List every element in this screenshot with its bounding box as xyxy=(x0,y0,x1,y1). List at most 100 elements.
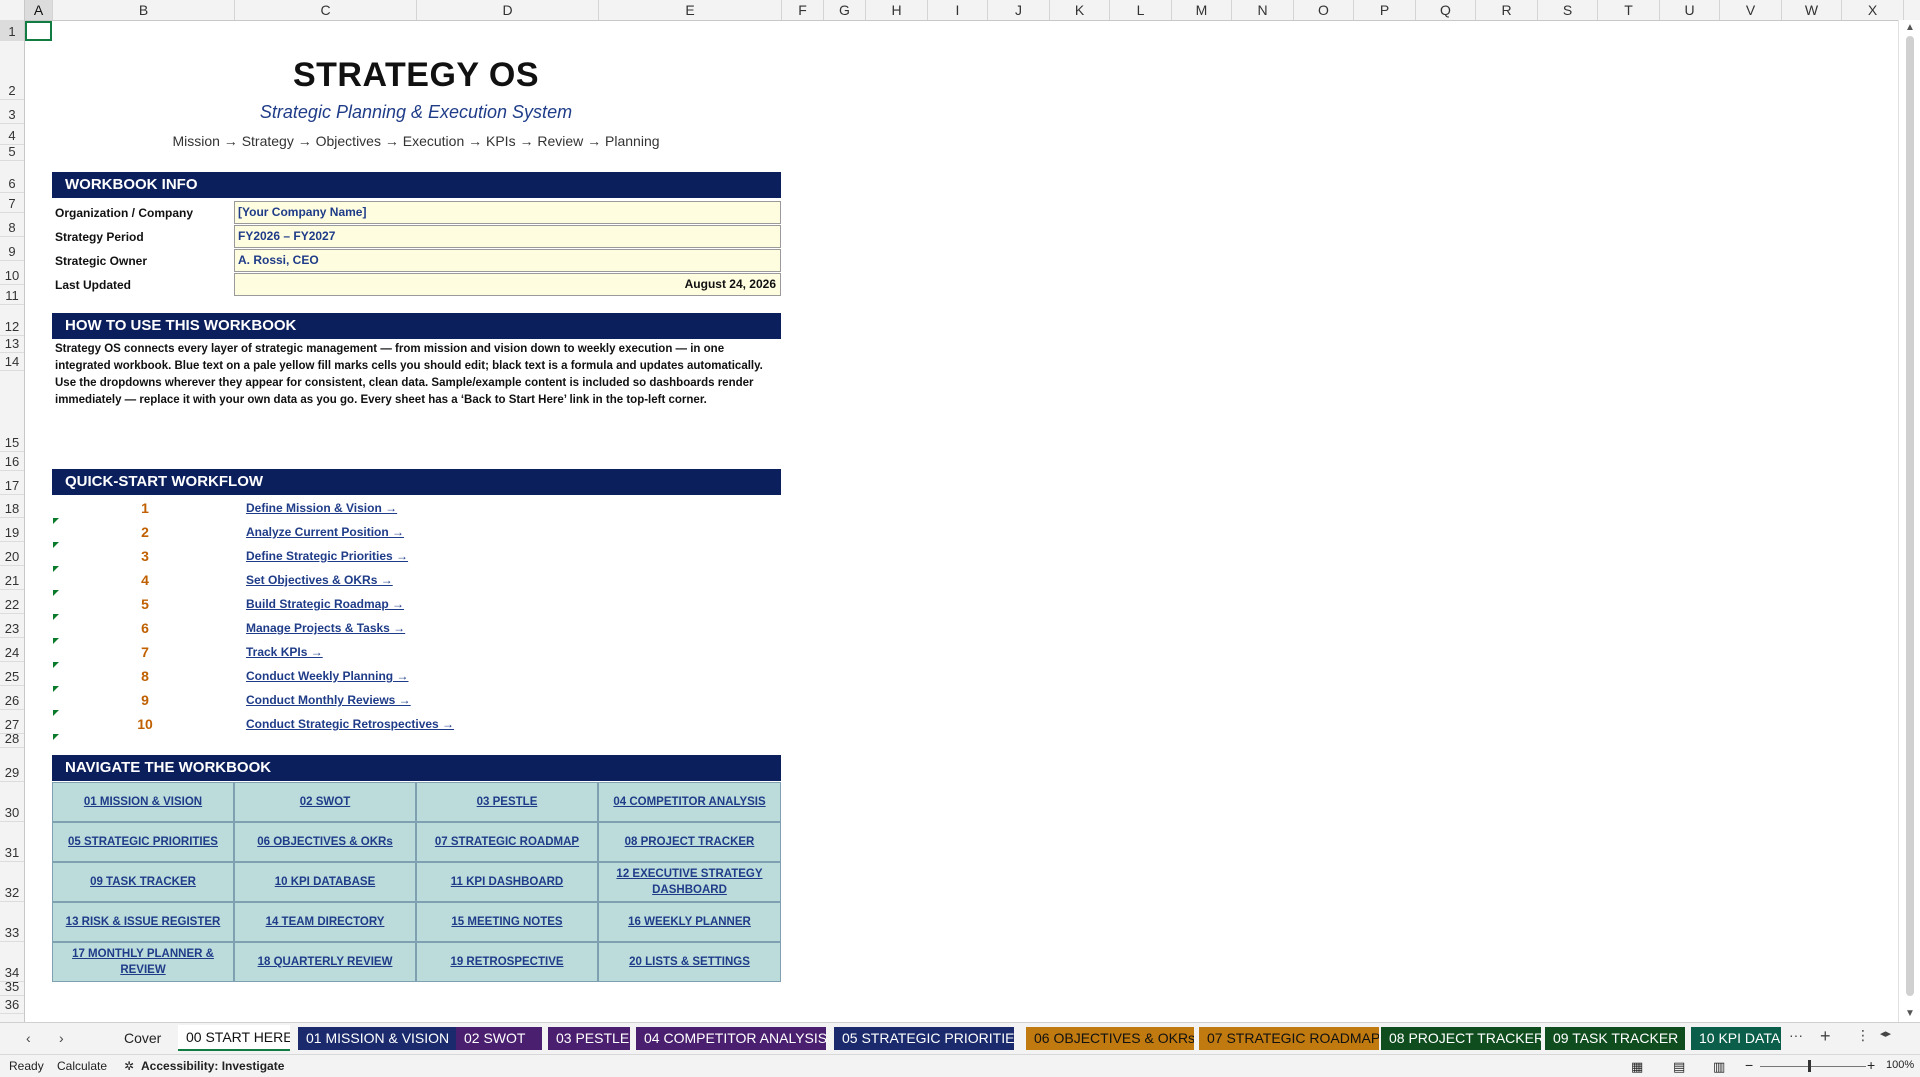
row-header-30[interactable]: 30 xyxy=(0,782,24,822)
column-header-c[interactable]: C xyxy=(235,0,417,20)
quick-start-step-link[interactable]: Define Mission & Vision → xyxy=(246,501,397,515)
tab-scroll-right-icon[interactable]: › xyxy=(59,1030,64,1046)
page-layout-icon[interactable]: ▤ xyxy=(1673,1059,1685,1075)
row-header-13[interactable]: 13 xyxy=(0,336,24,353)
row-header-28[interactable]: 28 xyxy=(0,731,24,748)
row-header-8[interactable]: 8 xyxy=(0,213,24,237)
nav-link-cell[interactable]: 05 STRATEGIC PRIORITIES xyxy=(52,822,234,862)
nav-link-cell[interactable]: 14 TEAM DIRECTORY xyxy=(234,902,416,942)
normal-view-icon[interactable]: ▦ xyxy=(1631,1059,1643,1075)
nav-link-cell[interactable]: 07 STRATEGIC ROADMAP xyxy=(416,822,598,862)
info-input-updated[interactable]: August 24, 2026 xyxy=(234,273,781,296)
nav-link-cell[interactable]: 12 EXECUTIVE STRATEGY DASHBOARD xyxy=(598,862,781,902)
nav-link-cell[interactable]: 15 MEETING NOTES xyxy=(416,902,598,942)
column-header-i[interactable]: I xyxy=(928,0,988,20)
row-header-24[interactable]: 24 xyxy=(0,638,24,662)
quick-start-step-link[interactable]: Track KPIs → xyxy=(246,645,323,659)
status-calculate[interactable]: Calculate xyxy=(57,1059,107,1073)
sheet-options-icon[interactable]: ⋮ xyxy=(1856,1027,1870,1044)
row-header-6[interactable]: 6 xyxy=(0,161,24,193)
column-header-a[interactable]: A xyxy=(25,0,53,20)
quick-start-step-link[interactable]: Conduct Weekly Planning → xyxy=(246,669,408,683)
quick-start-step-link[interactable]: Set Objectives & OKRs → xyxy=(246,573,393,587)
nav-link-cell[interactable]: 03 PESTLE xyxy=(416,782,598,822)
column-header-l[interactable]: L xyxy=(1110,0,1172,20)
row-header-16[interactable]: 16 xyxy=(0,452,24,471)
row-header-22[interactable]: 22 xyxy=(0,590,24,614)
nav-link-cell[interactable]: 11 KPI DASHBOARD xyxy=(416,862,598,902)
row-header-25[interactable]: 25 xyxy=(0,662,24,686)
column-header-h[interactable]: H xyxy=(866,0,928,20)
row-header-5[interactable]: 5 xyxy=(0,144,24,161)
scroll-thumb[interactable] xyxy=(1906,36,1914,996)
sheet-tab[interactable]: 08 PROJECT TRACKER xyxy=(1381,1027,1541,1050)
row-header-29[interactable]: 29 xyxy=(0,748,24,782)
row-header-11[interactable]: 11 xyxy=(0,285,24,305)
tab-scroll-left-icon[interactable]: ‹ xyxy=(26,1030,31,1046)
quick-start-step-link[interactable]: Conduct Monthly Reviews → xyxy=(246,693,411,707)
row-header-10[interactable]: 10 xyxy=(0,261,24,285)
nav-link-cell[interactable]: 13 RISK & ISSUE REGISTER xyxy=(52,902,234,942)
zoom-level[interactable]: 100% xyxy=(1886,1059,1914,1071)
page-break-icon[interactable]: ▥ xyxy=(1713,1059,1725,1075)
status-accessibility[interactable]: Accessibility: Investigate xyxy=(141,1059,284,1073)
sheet-tab[interactable]: Cover xyxy=(116,1027,168,1050)
sheet-tab[interactable]: 03 PESTLE xyxy=(548,1027,630,1050)
nav-link-cell[interactable]: 04 COMPETITOR ANALYSIS xyxy=(598,782,781,822)
nav-link-cell[interactable]: 17 MONTHLY PLANNER & REVIEW xyxy=(52,942,234,982)
sheet-tab[interactable]: 06 OBJECTIVES & OKRs xyxy=(1026,1027,1194,1050)
zoom-out-icon[interactable]: − xyxy=(1745,1057,1753,1073)
info-input-period[interactable]: FY2026 – FY2027 xyxy=(234,225,781,248)
row-header-15[interactable]: 15 xyxy=(0,371,24,452)
sheet-tab[interactable]: 07 STRATEGIC ROADMAP xyxy=(1199,1027,1379,1050)
sheet-tab[interactable]: 10 KPI DATAB xyxy=(1691,1027,1781,1050)
info-input-owner[interactable]: A. Rossi, CEO xyxy=(234,249,781,272)
row-header-3[interactable]: 3 xyxy=(0,100,24,124)
nav-link-cell[interactable]: 20 LISTS & SETTINGS xyxy=(598,942,781,982)
row-header-36[interactable]: 36 xyxy=(0,996,24,1014)
column-header-m[interactable]: M xyxy=(1172,0,1232,20)
scroll-up-icon[interactable]: ▲ xyxy=(1905,22,1915,33)
add-sheet-icon[interactable]: + xyxy=(1820,1026,1831,1047)
row-header-9[interactable]: 9 xyxy=(0,237,24,261)
row-header-12[interactable]: 12 xyxy=(0,305,24,336)
row-header-21[interactable]: 21 xyxy=(0,566,24,590)
quick-start-step-link[interactable]: Build Strategic Roadmap → xyxy=(246,597,404,611)
row-header-35[interactable]: 35 xyxy=(0,979,24,996)
nav-link-cell[interactable]: 18 QUARTERLY REVIEW xyxy=(234,942,416,982)
row-header-7[interactable]: 7 xyxy=(0,193,24,213)
row-header-2[interactable]: 2 xyxy=(0,41,24,100)
scroll-down-icon[interactable]: ▼ xyxy=(1905,1008,1915,1019)
column-header-p[interactable]: P xyxy=(1354,0,1416,20)
nav-link-cell[interactable]: 06 OBJECTIVES & OKRs xyxy=(234,822,416,862)
nav-link-cell[interactable]: 19 RETROSPECTIVE xyxy=(416,942,598,982)
row-header-31[interactable]: 31 xyxy=(0,822,24,862)
quick-start-step-link[interactable]: Analyze Current Position → xyxy=(246,525,404,539)
more-sheets-icon[interactable]: ··· xyxy=(1789,1027,1803,1043)
row-header-4[interactable]: 4 xyxy=(0,124,24,145)
column-header-r[interactable]: R xyxy=(1476,0,1538,20)
info-input-organization[interactable]: [Your Company Name] xyxy=(234,201,781,224)
column-header-q[interactable]: Q xyxy=(1416,0,1476,20)
row-header-14[interactable]: 14 xyxy=(0,353,24,371)
zoom-slider-knob[interactable] xyxy=(1808,1060,1811,1072)
row-header-33[interactable]: 33 xyxy=(0,902,24,942)
row-header-23[interactable]: 23 xyxy=(0,614,24,638)
row-header-34[interactable]: 34 xyxy=(0,942,24,982)
select-all-corner[interactable] xyxy=(0,0,25,20)
row-header-1[interactable]: 1 xyxy=(0,20,24,41)
column-header-w[interactable]: W xyxy=(1782,0,1842,20)
sheet-tab[interactable]: 00 START HERE xyxy=(178,1025,290,1051)
active-cell-a1[interactable] xyxy=(25,21,52,41)
vertical-scrollbar[interactable]: ▲ ▼ xyxy=(1898,20,1920,1022)
column-header-k[interactable]: K xyxy=(1050,0,1110,20)
tab-split-icon[interactable]: ◂▸ xyxy=(1880,1027,1891,1040)
nav-link-cell[interactable]: 08 PROJECT TRACKER xyxy=(598,822,781,862)
nav-link-cell[interactable]: 09 TASK TRACKER xyxy=(52,862,234,902)
column-header-g[interactable]: G xyxy=(824,0,866,20)
nav-link-cell[interactable]: 10 KPI DATABASE xyxy=(234,862,416,902)
quick-start-step-link[interactable]: Manage Projects & Tasks → xyxy=(246,621,405,635)
column-header-d[interactable]: D xyxy=(417,0,599,20)
sheet-tab[interactable]: 04 COMPETITOR ANALYSIS xyxy=(636,1027,826,1050)
nav-link-cell[interactable]: 01 MISSION & VISION xyxy=(52,782,234,822)
